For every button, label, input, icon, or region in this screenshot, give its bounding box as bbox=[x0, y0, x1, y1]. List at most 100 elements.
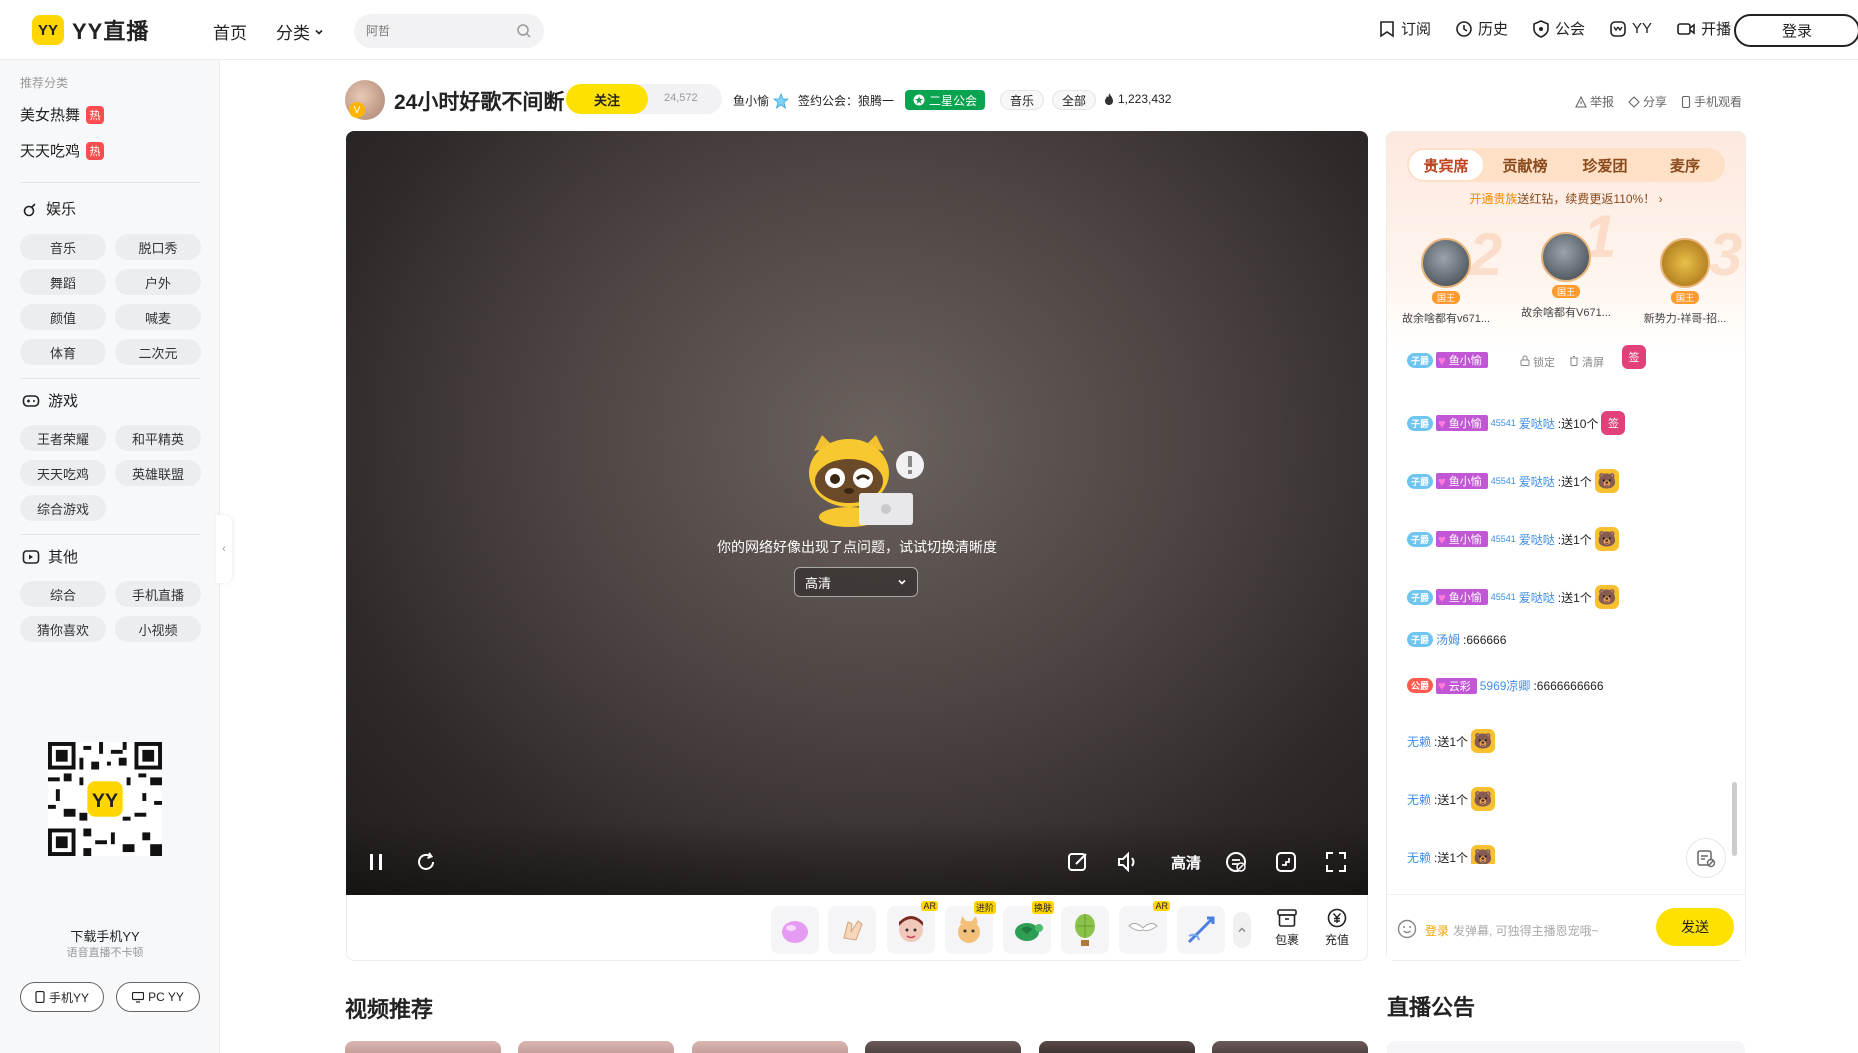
subscribe-link[interactable]: 订阅 bbox=[1378, 18, 1431, 39]
gift-item[interactable] bbox=[828, 906, 876, 954]
chip-talkshow[interactable]: 脱口秀 bbox=[115, 234, 201, 260]
gift-item[interactable]: AR bbox=[1119, 901, 1170, 954]
lock-button[interactable]: 锁定 bbox=[1520, 354, 1555, 370]
chip-general[interactable]: 综合 bbox=[20, 581, 106, 607]
rec-item-pubg[interactable]: 天天吃鸡 热 bbox=[20, 140, 105, 161]
video-thumbnail[interactable] bbox=[1039, 1041, 1195, 1053]
report-link[interactable]: 举报 bbox=[1575, 93, 1614, 110]
chip-acg[interactable]: 二次元 bbox=[115, 339, 201, 365]
chip-looks[interactable]: 颜值 bbox=[20, 304, 106, 330]
rec-item-dance[interactable]: 美女热舞 热 bbox=[20, 104, 105, 125]
gift-item[interactable] bbox=[771, 906, 819, 954]
broadcast-link[interactable]: 开播 bbox=[1676, 18, 1731, 39]
chat-username[interactable]: 爱哒哒 bbox=[1519, 415, 1555, 432]
input-login-link[interactable]: 登录 bbox=[1425, 922, 1449, 939]
search-input[interactable] bbox=[366, 24, 506, 38]
danmaku-toggle-button[interactable] bbox=[1224, 850, 1248, 874]
tab-vip-seats[interactable]: 贵宾席 bbox=[1409, 150, 1483, 180]
chat-username[interactable]: 爱哒哒 bbox=[1519, 473, 1555, 490]
guild-link[interactable]: 公会 bbox=[1532, 18, 1585, 39]
tag-music[interactable]: 音乐 bbox=[1000, 90, 1045, 110]
video-thumbnail[interactable] bbox=[692, 1041, 848, 1053]
sidebar-collapse-toggle[interactable]: ‹ bbox=[216, 515, 232, 583]
chat-scrollbar[interactable] bbox=[1732, 782, 1737, 856]
pc-yy-button[interactable]: PC YY bbox=[116, 982, 200, 1012]
gift-item[interactable] bbox=[1177, 906, 1225, 954]
chat-username[interactable]: 5969凉卿 bbox=[1480, 677, 1531, 694]
chip-pubg[interactable]: 天天吃鸡 bbox=[20, 460, 106, 486]
chip-mc[interactable]: 喊麦 bbox=[115, 304, 201, 330]
emoji-icon[interactable] bbox=[1397, 919, 1417, 939]
anchor-name[interactable]: 鱼小愉 bbox=[733, 92, 790, 109]
chat-username[interactable]: 无赖 bbox=[1407, 733, 1431, 750]
mobile-yy-button[interactable]: 手机YY bbox=[20, 982, 104, 1012]
chip-general-games[interactable]: 综合游戏 bbox=[20, 495, 106, 521]
video-thumbnail[interactable] bbox=[518, 1041, 674, 1053]
chat-input-placeholder[interactable]: 发弹幕, 可独得主播恩宠哦~ bbox=[1453, 922, 1599, 939]
gift-sign-icon: 签 bbox=[1622, 345, 1646, 369]
chip-outdoor[interactable]: 户外 bbox=[115, 269, 201, 295]
follow-button[interactable]: 关注 bbox=[566, 84, 648, 114]
vip-seat[interactable]: 国王 新势力-祥哥-招... bbox=[1630, 238, 1740, 326]
danmaku-edit-button[interactable] bbox=[1066, 850, 1090, 874]
monitor-icon bbox=[132, 991, 145, 1003]
pause-button[interactable] bbox=[364, 850, 388, 874]
chip-sports[interactable]: 体育 bbox=[20, 339, 106, 365]
yy-link[interactable]: YY bbox=[1609, 18, 1652, 39]
package-button[interactable]: 包裹 bbox=[1267, 908, 1307, 948]
send-button[interactable]: 发送 bbox=[1656, 908, 1734, 946]
gift-more-toggle[interactable] bbox=[1233, 912, 1251, 948]
gift-balloon-icon bbox=[1075, 914, 1095, 946]
chip-music[interactable]: 音乐 bbox=[20, 234, 106, 260]
nav-category[interactable]: 分类 bbox=[276, 19, 324, 44]
chip-honor-of-kings[interactable]: 王者荣耀 bbox=[20, 425, 106, 451]
volume-button[interactable] bbox=[1116, 850, 1140, 874]
quality-button[interactable]: 高清 bbox=[1170, 850, 1202, 874]
tab-fan-club[interactable]: 珍爱团 bbox=[1567, 148, 1643, 182]
guild-info[interactable]: 签约公会：狼腾一 bbox=[798, 92, 894, 109]
yy-logo[interactable]: YY YY直播 bbox=[32, 14, 149, 46]
vip-seat[interactable]: 国王 故余啥都有V671... bbox=[1511, 232, 1621, 320]
fullscreen-button[interactable] bbox=[1324, 850, 1348, 874]
tab-contribution[interactable]: 贡献榜 bbox=[1487, 148, 1563, 182]
theater-mode-button[interactable] bbox=[1274, 850, 1298, 874]
gift-item[interactable]: 进阶 bbox=[945, 901, 996, 954]
gift-item[interactable]: AR bbox=[887, 901, 938, 954]
fan-badge: ♥ 鱼小愉 bbox=[1436, 473, 1488, 489]
chat-username[interactable]: 汤姆 bbox=[1436, 631, 1460, 648]
gift-item[interactable]: 换肤 bbox=[1003, 901, 1054, 954]
quality-select[interactable]: 高清 bbox=[794, 567, 918, 597]
chip-guess-you-like[interactable]: 猜你喜欢 bbox=[20, 616, 106, 642]
mobile-watch-link[interactable]: 手机观看 bbox=[1681, 93, 1742, 110]
vip-seat[interactable]: 国王 故余啥都有v671... bbox=[1391, 238, 1501, 326]
chip-dance[interactable]: 舞蹈 bbox=[20, 269, 106, 295]
video-player[interactable]: 你的网络好像出现了点问题，试试切换清晰度 高清 高清 bbox=[346, 131, 1368, 895]
video-thumbnail[interactable] bbox=[345, 1041, 501, 1053]
noble-promo[interactable]: 开通贵族送红钻，续费更返110%！ › bbox=[1387, 190, 1745, 207]
chat-username[interactable]: 无赖 bbox=[1407, 791, 1431, 808]
video-thumbnail[interactable] bbox=[865, 1041, 1021, 1053]
chat-filter-button[interactable] bbox=[1686, 838, 1726, 878]
recharge-button[interactable]: 充值 bbox=[1317, 908, 1357, 948]
tab-mic-queue[interactable]: 麦序 bbox=[1647, 148, 1723, 182]
video-thumbnail[interactable] bbox=[1212, 1041, 1368, 1053]
login-button[interactable]: 登录 bbox=[1734, 14, 1858, 47]
chat-message: 子爵 汤姆 :666666 bbox=[1407, 631, 1506, 648]
search-icon[interactable] bbox=[516, 23, 532, 39]
chat-username[interactable]: 无赖 bbox=[1407, 849, 1431, 865]
svg-text:YY: YY bbox=[92, 790, 118, 812]
gift-item[interactable] bbox=[1061, 906, 1109, 954]
chip-short-video[interactable]: 小视频 bbox=[115, 616, 201, 642]
chip-lol[interactable]: 英雄联盟 bbox=[115, 460, 201, 486]
qr-code-image: YY bbox=[48, 742, 162, 856]
history-link[interactable]: 历史 bbox=[1455, 18, 1508, 39]
share-link[interactable]: 分享 bbox=[1628, 93, 1667, 110]
chip-peace-elite[interactable]: 和平精英 bbox=[115, 425, 201, 451]
refresh-button[interactable] bbox=[414, 850, 438, 874]
chip-mobile-live[interactable]: 手机直播 bbox=[115, 581, 201, 607]
clear-button[interactable]: 清屏 bbox=[1569, 354, 1604, 370]
chat-username[interactable]: 爱哒哒 bbox=[1519, 589, 1555, 606]
chat-username[interactable]: 爱哒哒 bbox=[1519, 531, 1555, 548]
nav-home[interactable]: 首页 bbox=[213, 19, 247, 44]
tag-all[interactable]: 全部 bbox=[1052, 90, 1097, 110]
